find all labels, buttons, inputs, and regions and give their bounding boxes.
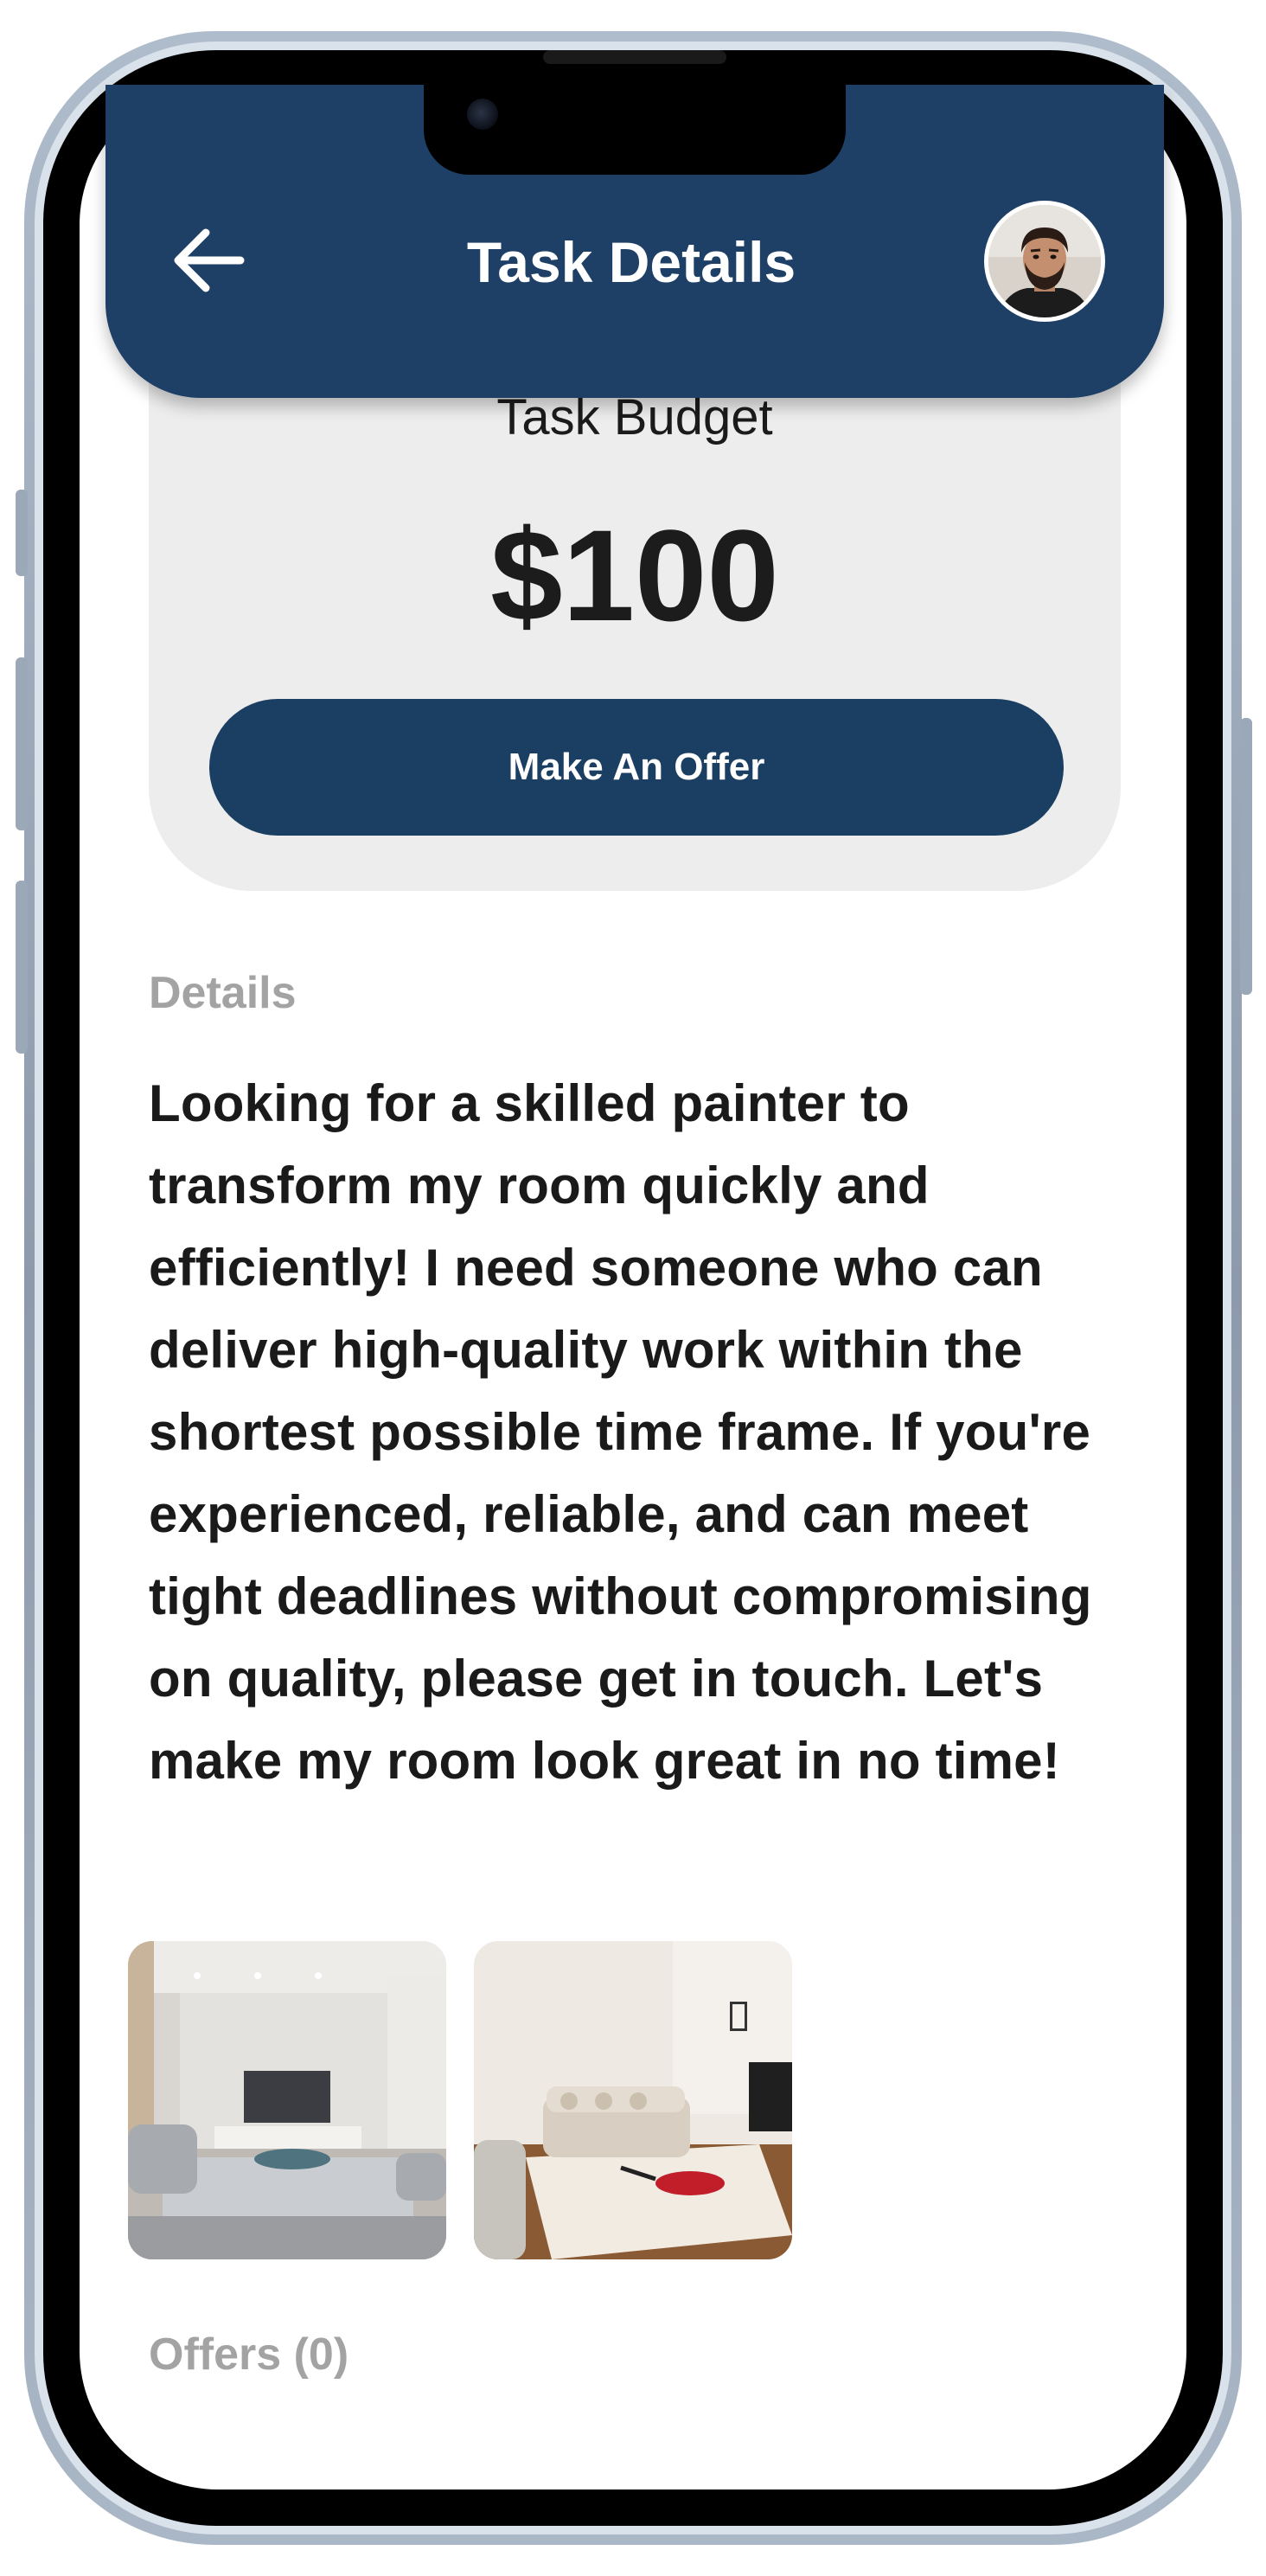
power-button [1240,718,1252,995]
volume-up-button [16,657,28,830]
budget-value: $100 [490,503,779,648]
task-photo-1[interactable] [128,1941,446,2259]
page-title: Task Details [466,230,796,294]
living-room-photo-1 [128,1941,446,2259]
earpiece-speaker [543,50,726,64]
back-button[interactable] [169,221,247,299]
mute-switch [16,490,28,576]
make-offer-button[interactable]: Make An Offer [209,699,1064,836]
details-description: Looking for a skilled painter to transfo… [149,1074,1092,1790]
living-room-photo-2 [474,1941,792,2259]
volume-down-button [16,881,28,1054]
budget-card: Task Budget $100 Make An Offer [149,329,1121,891]
avatar-image [988,205,1101,317]
user-avatar[interactable] [984,201,1105,322]
offers-heading: Offers (0) [149,2329,349,2380]
details-heading: Details [149,968,297,1018]
arrow-left-icon [174,228,245,292]
front-camera [467,99,498,130]
task-photo-2[interactable] [474,1941,792,2259]
